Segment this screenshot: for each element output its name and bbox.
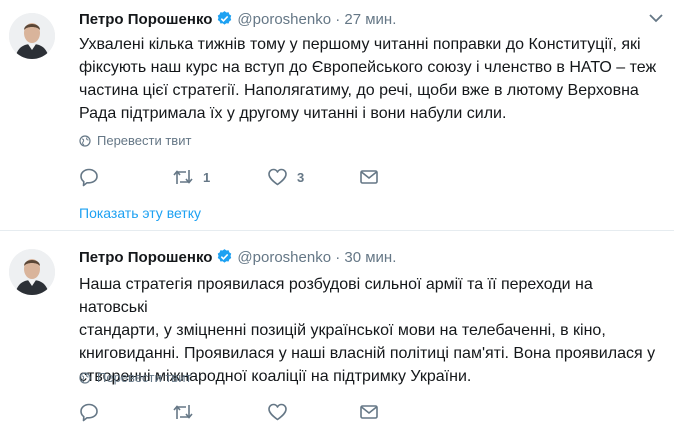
tweet-timestamp[interactable]: 30 мин. <box>344 249 396 266</box>
retweet-count: 1 <box>203 169 211 185</box>
translate-tweet-link[interactable]: Перевести твит <box>79 369 191 387</box>
show-thread-link[interactable]: Показать эту ветку <box>79 205 201 221</box>
retweet-icon <box>173 405 193 419</box>
envelope-icon <box>360 170 378 184</box>
tweet-header: Петро Порошенко @poroshenko · 30 мин. <box>79 248 396 268</box>
avatar-photo <box>9 13 55 59</box>
separator-dot: · <box>335 249 341 266</box>
verified-badge-icon <box>216 10 233 33</box>
like-count: 3 <box>297 169 305 185</box>
tweet-text: Ухвалені кілька тижнів тому у першому чи… <box>79 33 664 125</box>
author-handle[interactable]: @poroshenko <box>237 249 331 266</box>
separator-dot: · <box>335 11 341 28</box>
retweet-button[interactable]: 1 <box>172 166 210 188</box>
tweet-text-line: стандарти, у зміцненні позицій українськ… <box>79 322 606 339</box>
tweet-text-line: фіксують наш курс на вступ до Європейськ… <box>79 59 657 76</box>
tweet-2[interactable]: Петро Порошенко @poroshenko · 30 мин. Наш… <box>0 231 674 435</box>
tweet-text-line: Наша стратегія проявилася розбудові силь… <box>79 276 593 316</box>
direct-message-button[interactable] <box>359 166 379 188</box>
globe-icon <box>79 135 91 147</box>
reply-icon <box>80 168 98 187</box>
tweet-header: Петро Порошенко @poroshenko · 27 мин. <box>79 10 396 30</box>
avatar[interactable] <box>9 249 55 295</box>
tweet-text-line: Рада підтримала їх у другому читанні і в… <box>79 105 507 122</box>
retweet-icon <box>173 170 193 184</box>
tweet-1[interactable]: Петро Порошенко @poroshenko · 27 мин. Ухв… <box>0 0 674 231</box>
verified-badge-icon <box>216 248 233 271</box>
like-button[interactable]: 3 <box>267 166 304 188</box>
tweet-text-line: частина цієї стратегії. Наполягатиму, до… <box>79 82 639 99</box>
reply-button[interactable] <box>79 166 108 188</box>
author-handle[interactable]: @poroshenko <box>237 11 331 28</box>
tweet-text-line: Ухвалені кілька тижнів тому у першому чи… <box>79 36 641 53</box>
retweet-button[interactable] <box>172 401 203 423</box>
direct-message-button[interactable] <box>359 401 379 423</box>
tweet-timestamp[interactable]: 27 мин. <box>344 11 396 28</box>
translate-label: Перевести твит <box>97 370 192 385</box>
translate-label: Перевести твит <box>97 133 192 148</box>
heart-icon <box>268 403 287 421</box>
globe-icon <box>79 372 91 384</box>
reply-icon <box>80 403 98 422</box>
chevron-down-icon[interactable] <box>648 10 664 31</box>
envelope-icon <box>360 405 378 419</box>
tweet-text-line: книговиданні. Проявилася у наші власній … <box>79 345 656 362</box>
author-name[interactable]: Петро Порошенко <box>79 11 212 28</box>
heart-icon <box>268 168 287 186</box>
author-name[interactable]: Петро Порошенко <box>79 249 212 266</box>
reply-button[interactable] <box>79 401 108 423</box>
avatar-photo <box>9 249 55 295</box>
like-button[interactable] <box>267 401 297 423</box>
translate-tweet-link[interactable]: Перевести твит <box>79 132 191 150</box>
avatar[interactable] <box>9 13 55 59</box>
